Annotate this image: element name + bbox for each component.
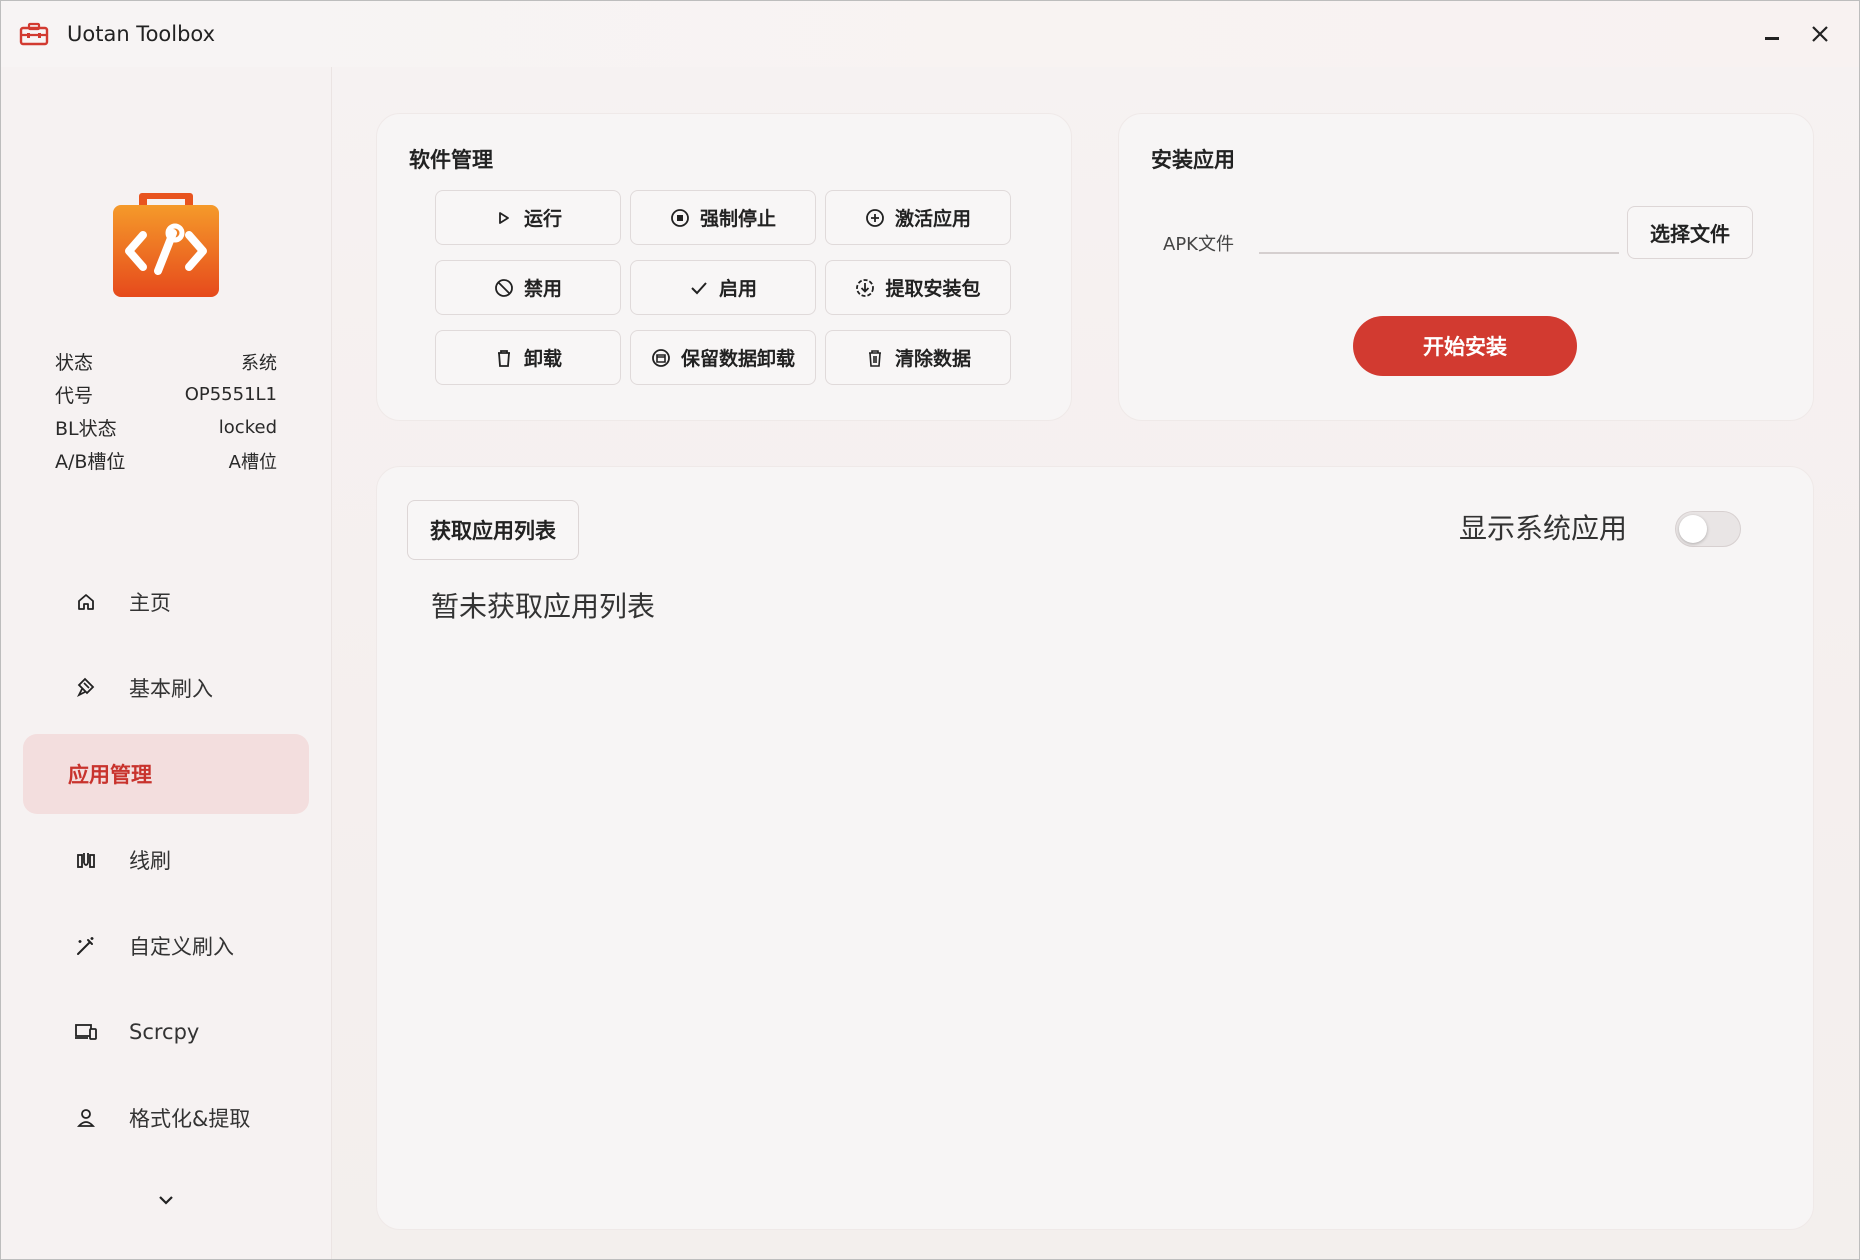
sidebar-item-label: 格式化&提取: [129, 1107, 251, 1131]
play-icon: [494, 208, 514, 228]
toolbox-icon: [19, 22, 49, 46]
trash-icon: [494, 348, 514, 368]
install-app-card: 安装应用 APK文件 选择文件 开始安装: [1118, 113, 1814, 421]
show-system-apps-label: 显示系统应用: [1459, 512, 1628, 545]
choose-file-button[interactable]: 选择文件: [1627, 206, 1753, 259]
sidebar-item-basic-flash[interactable]: 基本刷入: [23, 648, 309, 728]
toggle-knob: [1679, 515, 1707, 543]
app-logo: [113, 193, 219, 297]
sidebar-item-label: 线刷: [129, 849, 171, 873]
extract-icon: [73, 1105, 99, 1131]
enable-button[interactable]: 启用: [630, 260, 816, 315]
fetch-app-list-button[interactable]: 获取应用列表: [407, 500, 579, 560]
start-install-button[interactable]: 开始安装: [1353, 316, 1577, 376]
sidebar: 状态 系统 代号 OP5551L1 BL状态 locked A/B槽位 A槽位: [1, 67, 332, 1259]
button-label: 强制停止: [699, 208, 776, 230]
clear-data-button[interactable]: 清除数据: [825, 330, 1011, 385]
home-icon: [73, 589, 99, 615]
button-label: 清除数据: [894, 348, 971, 370]
extract-apk-button[interactable]: 提取安装包: [825, 260, 1011, 315]
devices-icon: [73, 1019, 99, 1045]
empty-list-message: 暂未获取应用列表: [431, 590, 656, 623]
nav-menu: 主页 基本刷入 应用管理 线刷 自定义刷入 Scrcpy 格式化&提取: [23, 562, 309, 1164]
info-value: A槽位: [228, 451, 277, 473]
sidebar-item-label: 基本刷入: [129, 677, 213, 701]
button-label: 提取安装包: [885, 278, 981, 300]
uninstall-button[interactable]: 卸载: [435, 330, 621, 385]
software-management-card: 软件管理 运行 强制停止 激活应用 禁用 启用 提取安装包 卸载 保留数据卸载 …: [376, 113, 1072, 421]
activate-app-button[interactable]: 激活应用: [825, 190, 1011, 245]
minimize-button[interactable]: [1757, 19, 1787, 49]
stop-circle-icon: [670, 208, 690, 228]
button-label: 激活应用: [894, 208, 971, 230]
app-list-card: 获取应用列表 显示系统应用 暂未获取应用列表: [376, 466, 1814, 1230]
info-row-bl-status: BL状态 locked: [55, 411, 277, 444]
wand-icon: [73, 933, 99, 959]
button-label: 运行: [523, 208, 562, 230]
disable-button[interactable]: 禁用: [435, 260, 621, 315]
download-circle-icon: [855, 278, 875, 298]
show-system-apps-toggle[interactable]: [1675, 511, 1741, 547]
close-button[interactable]: [1805, 19, 1835, 49]
sidebar-item-format-extract[interactable]: 格式化&提取: [23, 1078, 309, 1158]
card-title: 安装应用: [1151, 148, 1235, 172]
apk-file-input[interactable]: [1259, 214, 1619, 254]
sidebar-item-custom-flash[interactable]: 自定义刷入: [23, 906, 309, 986]
flash-icon: [73, 675, 99, 701]
info-row-ab-slot: A/B槽位 A槽位: [55, 444, 277, 477]
archive-circle-icon: [651, 348, 671, 368]
sidebar-more-button[interactable]: [151, 1185, 181, 1215]
info-label: BL状态: [55, 418, 117, 440]
button-label: 保留数据卸载: [680, 348, 795, 370]
sidebar-item-app-management[interactable]: 应用管理: [23, 734, 309, 814]
info-value: OP5551L1: [184, 384, 277, 405]
sidebar-item-label: 主页: [129, 591, 171, 615]
trash-icon: [865, 348, 885, 368]
close-icon: [1812, 26, 1828, 42]
app-window: Uotan Toolbox 状态 系统 代号 OP5551L1 BL状态 loc…: [0, 0, 1860, 1260]
sidebar-item-home[interactable]: 主页: [23, 562, 309, 642]
sidebar-item-label: 自定义刷入: [129, 935, 234, 959]
info-value: locked: [218, 417, 277, 438]
uninstall-keep-data-button[interactable]: 保留数据卸载: [630, 330, 816, 385]
minimize-icon: [1765, 37, 1779, 40]
force-stop-button[interactable]: 强制停止: [630, 190, 816, 245]
chevron-down-icon: [159, 1196, 173, 1205]
button-label: 禁用: [523, 278, 562, 300]
device-info: 状态 系统 代号 OP5551L1 BL状态 locked A/B槽位 A槽位: [55, 345, 277, 477]
window-title: Uotan Toolbox: [67, 22, 216, 46]
run-button[interactable]: 运行: [435, 190, 621, 245]
usb-flash-icon: [73, 847, 99, 873]
check-icon: [689, 278, 709, 298]
info-row-codename: 代号 OP5551L1: [55, 378, 277, 411]
card-title: 软件管理: [409, 148, 493, 172]
apk-file-label: APK文件: [1163, 234, 1234, 255]
button-label: 启用: [718, 278, 757, 300]
button-label: 卸载: [523, 348, 562, 370]
sidebar-item-line-flash[interactable]: 线刷: [23, 820, 309, 900]
sidebar-item-label: 应用管理: [68, 763, 152, 787]
sidebar-item-scrcpy[interactable]: Scrcpy: [23, 992, 309, 1072]
block-icon: [494, 278, 514, 298]
software-button-grid: 运行 强制停止 激活应用 禁用 启用 提取安装包 卸载 保留数据卸载 清除数据: [435, 190, 1011, 385]
info-row-status: 状态 系统: [55, 345, 277, 378]
sidebar-item-label: Scrcpy: [129, 1020, 200, 1044]
add-circle-icon: [865, 208, 885, 228]
info-label: 状态: [55, 352, 94, 374]
info-label: 代号: [55, 385, 94, 407]
title-bar: Uotan Toolbox: [1, 1, 1859, 67]
info-value: 系统: [241, 352, 277, 374]
info-label: A/B槽位: [55, 451, 126, 473]
